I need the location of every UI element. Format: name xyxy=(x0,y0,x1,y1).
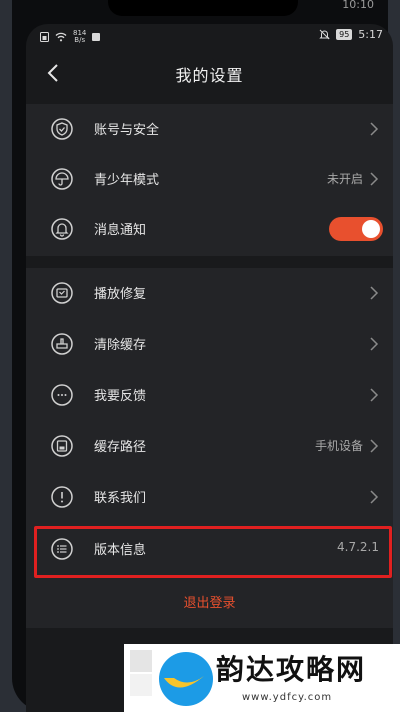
settings-row-feedback[interactable]: 我要反馈 xyxy=(26,370,393,420)
umbrella-icon xyxy=(51,168,73,190)
settings-row-cache-path[interactable]: 缓存路径 手机设备 xyxy=(26,421,393,471)
page-title: 我的设置 xyxy=(175,66,244,85)
bell-icon xyxy=(51,218,73,240)
mute-bell-icon xyxy=(319,29,330,40)
version-number: 4.7.2.1 xyxy=(337,540,379,554)
media-repair-icon xyxy=(51,282,73,304)
watermark-logo-icon xyxy=(130,650,213,706)
wifi-icon xyxy=(55,32,67,42)
toggle-knob xyxy=(362,220,380,238)
info-icon xyxy=(51,486,73,508)
chevron-right-icon xyxy=(370,490,379,504)
sim-icon xyxy=(40,32,49,42)
chevron-right-icon xyxy=(370,286,379,300)
outer-status-time: 10:10 xyxy=(342,0,374,11)
speed-unit: B/s xyxy=(74,36,86,44)
settings-row-label: 缓存路径 xyxy=(94,440,147,455)
watermark-url: www.ydfcy.com xyxy=(242,692,333,703)
chevron-right-icon xyxy=(370,439,379,453)
settings-row-label: 版本信息 xyxy=(94,543,147,558)
app-screen: 814 B/s 95 5:17 我的设置 账号与安全 青少年模式 未开启 消息通… xyxy=(26,24,393,712)
chevron-right-icon xyxy=(370,388,379,402)
settings-group-general: 播放修复 清除缓存 我要反馈 缓存路径 手机设备 联系我们 版本信息 4.7.2… xyxy=(26,268,393,628)
battery-indicator: 95 xyxy=(336,29,353,40)
list-icon xyxy=(51,538,73,560)
settings-row-contact-us[interactable]: 联系我们 xyxy=(26,472,393,522)
notification-toggle[interactable] xyxy=(329,217,383,241)
settings-row-account-security[interactable]: 账号与安全 xyxy=(26,104,393,154)
broom-icon xyxy=(51,333,73,355)
shield-check-icon xyxy=(51,118,73,140)
settings-row-label: 消息通知 xyxy=(94,223,147,238)
watermark-text: 韵达攻略网 xyxy=(216,653,367,686)
nav-bar: 我的设置 xyxy=(26,54,393,94)
settings-row-label: 我要反馈 xyxy=(94,389,147,404)
chevron-right-icon xyxy=(370,172,379,186)
watermark-banner: 韵达攻略网 www.ydfcy.com xyxy=(124,644,400,712)
settings-row-version-info[interactable]: 版本信息 4.7.2.1 xyxy=(26,524,393,574)
settings-row-clear-cache[interactable]: 清除缓存 xyxy=(26,319,393,369)
settings-row-value: 未开启 xyxy=(326,172,363,186)
camera-notch xyxy=(108,0,298,16)
phone-frame: 10:10 814 B/s 95 5:17 我的设置 账号与安全 青少年模式 未… xyxy=(12,0,393,712)
settings-row-label: 联系我们 xyxy=(94,491,147,506)
network-speed: 814 B/s xyxy=(73,30,86,44)
status-time: 5:17 xyxy=(358,28,383,41)
logout-button[interactable]: 退出登录 xyxy=(26,592,393,611)
settings-row-playback-repair[interactable]: 播放修复 xyxy=(26,268,393,318)
settings-row-teen-mode[interactable]: 青少年模式 未开启 xyxy=(26,154,393,204)
settings-row-label: 清除缓存 xyxy=(94,338,147,353)
chevron-right-icon xyxy=(370,337,379,351)
notification-square-icon xyxy=(92,33,101,41)
settings-row-label: 账号与安全 xyxy=(94,123,160,138)
settings-group-account: 账号与安全 青少年模式 未开启 消息通知 xyxy=(26,104,393,256)
chevron-right-icon xyxy=(370,122,379,136)
settings-row-value: 手机设备 xyxy=(314,439,363,453)
settings-row-label: 播放修复 xyxy=(94,287,147,302)
settings-row-notifications[interactable]: 消息通知 xyxy=(26,204,393,254)
chat-bubble-icon xyxy=(51,384,73,406)
storage-icon xyxy=(51,435,73,457)
status-bar: 814 B/s 95 5:17 xyxy=(26,24,393,46)
settings-row-label: 青少年模式 xyxy=(94,173,160,188)
